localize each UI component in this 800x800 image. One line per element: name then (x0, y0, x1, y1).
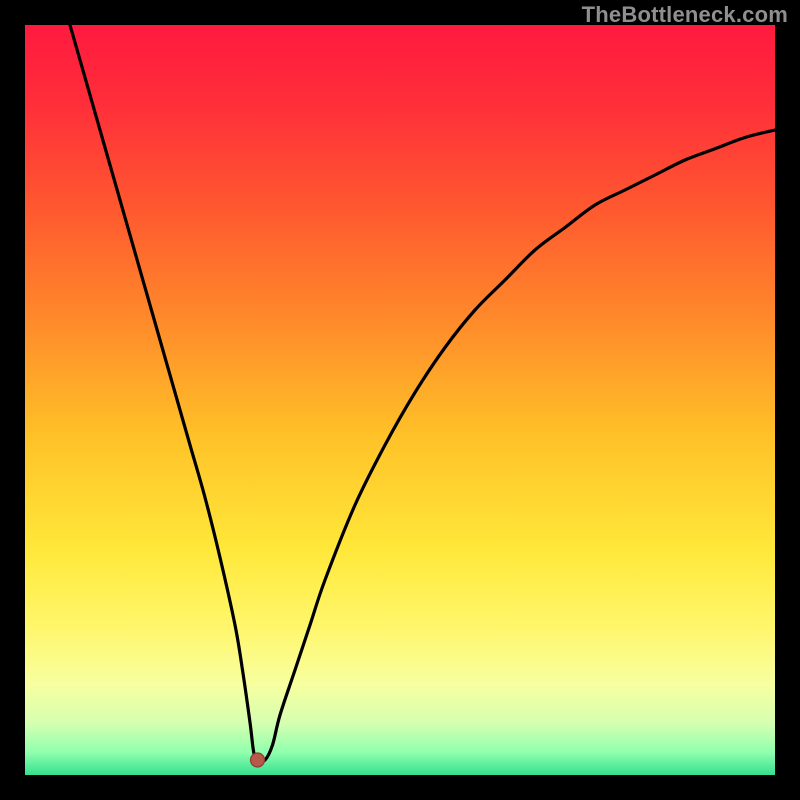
minimum-marker-dot (251, 753, 265, 767)
bottleneck-chart (25, 25, 775, 775)
chart-frame: { "watermark": "TheBottleneck.com", "col… (0, 0, 800, 800)
chart-background (25, 25, 775, 775)
